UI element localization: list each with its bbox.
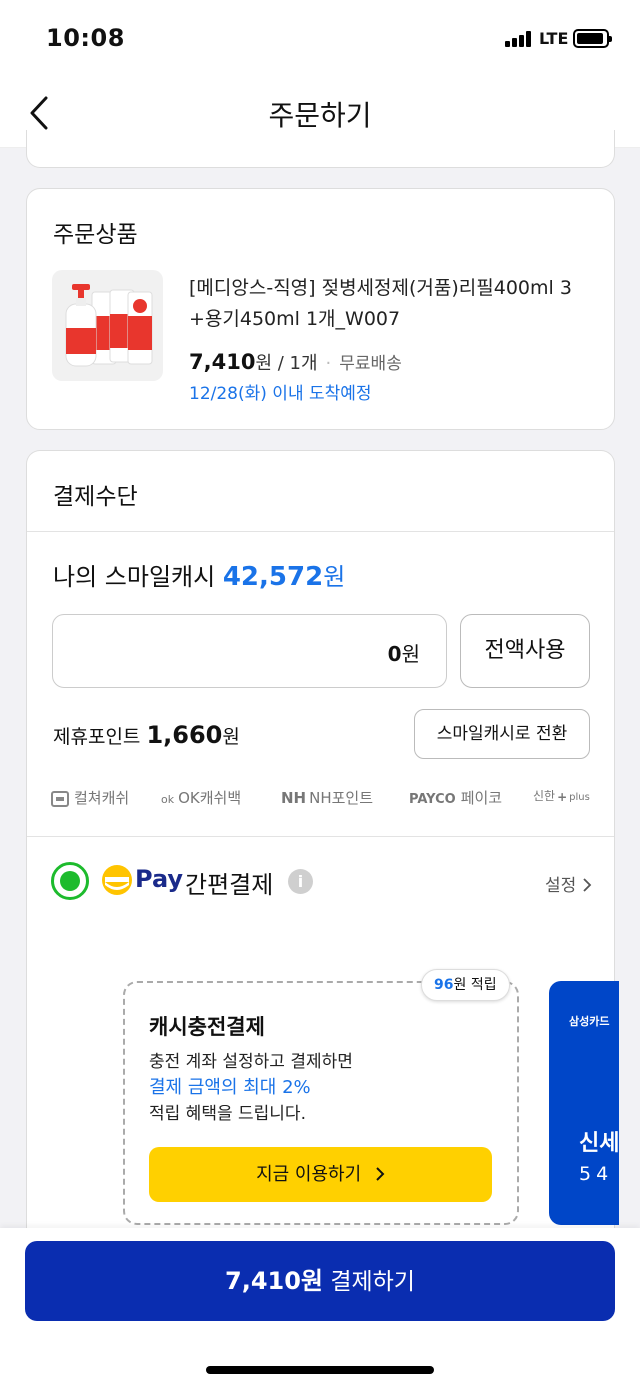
promo-text: 적립 혜택을 드립니다. — [149, 1104, 306, 1124]
partner-point-unit: 원 — [222, 726, 240, 748]
signal-icon — [505, 31, 535, 47]
pay-brand: Pay — [135, 865, 184, 893]
partner-payco[interactable]: PAYCO 페이코 — [409, 787, 502, 808]
partner-shinhan[interactable]: 신한 + plus — [533, 787, 590, 804]
use-all-button[interactable]: 전액사용 — [460, 614, 590, 688]
status-bar: 10:08 LTE — [0, 0, 640, 76]
section-title: 주문상품 — [53, 222, 138, 248]
divider — [27, 836, 614, 837]
smile-cash-line: 나의 스마일캐시 42,572원 — [53, 557, 345, 592]
page-title: 주문하기 — [268, 99, 372, 132]
price-unit: 원 — [255, 353, 272, 374]
partner-point-amount: 1,660 — [146, 721, 223, 749]
arrival-estimate: 12/28(화) 이내 도착예정 — [189, 384, 372, 404]
partner-logos: 컬쳐캐쉬 ok OK캐쉬백 NH NH포인트 PAYCO 페이코 신한 + plus — [51, 787, 596, 811]
settings-link[interactable]: 설정 — [545, 871, 592, 896]
status-time: 10:08 — [46, 24, 125, 52]
info-icon[interactable]: i — [288, 869, 313, 894]
pay-radio-button[interactable] — [51, 862, 89, 900]
product-image[interactable] — [52, 270, 163, 381]
shipping-info: 무료배송 — [339, 354, 402, 374]
payment-section: 결제수단 나의 스마일캐시 42,572원 0원 전액사용 제휴포인트 1,66… — [26, 450, 619, 1250]
product-price: 7,410 — [189, 350, 256, 374]
smile-cash-amount: 42,572 — [222, 562, 324, 592]
product-name[interactable]: [메디앙스-직영] 젖병세정제(거품)리필400ml 3 +용기450ml 1개… — [189, 273, 599, 335]
partner-point-line: 제휴포인트 1,660원 — [53, 721, 240, 749]
chevron-right-icon — [376, 1167, 385, 1181]
network-label: LTE — [539, 29, 569, 48]
convert-to-smile-cash-button[interactable]: 스마일캐시로 전환 — [414, 709, 590, 759]
smile-cash-unit: 원 — [323, 563, 346, 591]
use-now-button[interactable]: 지금 이용하기 — [149, 1147, 492, 1202]
plus-icon: + — [557, 789, 568, 804]
product-section: 주문상품 [메디앙스-직영] 젖병세정제(거품)리필400ml 3 +용기450… — [26, 188, 615, 430]
promo-title: 캐시충전결제 — [149, 1015, 265, 1039]
divider — [27, 531, 614, 532]
battery-icon — [573, 29, 612, 48]
previous-card — [26, 130, 615, 168]
samsung-card[interactable]: 삼성카드 신세 54 — [549, 981, 619, 1225]
partner-point-label: 제휴포인트 — [53, 726, 141, 748]
promo-highlight: 결제 금액의 최대 2% — [149, 1077, 311, 1098]
bottom-bar: 7,410원 결제하기 — [0, 1228, 640, 1386]
smile-cash-input-value: 0원 — [387, 642, 420, 666]
partner-nh[interactable]: NH NH포인트 — [281, 787, 373, 808]
home-indicator — [206, 1366, 434, 1374]
pay-button[interactable]: 7,410원 결제하기 — [25, 1241, 615, 1321]
smile-pay-logo-icon — [102, 865, 132, 895]
price-row: 7,410원 / 1개 · 무료배송 — [189, 349, 402, 375]
culture-cash-icon — [51, 790, 69, 807]
partner-okcashbag[interactable]: ok OK캐쉬백 — [161, 787, 241, 808]
card-issuer: 삼성카드 — [569, 1015, 610, 1028]
partner-culture[interactable]: 컬쳐캐쉬 — [51, 787, 129, 808]
reward-badge: 96원 적립 — [421, 969, 510, 1001]
card-title: 신세 — [579, 1131, 619, 1156]
chevron-right-icon — [583, 878, 591, 892]
pay-label: 간편결제 — [185, 871, 274, 899]
cash-charge-promo-card[interactable]: 96원 적립 캐시충전결제 충전 계좌 설정하고 결제하면 결제 금액의 최대 … — [123, 969, 519, 1225]
separator-dot: · — [325, 353, 332, 374]
smile-cash-label: 나의 스마일캐시 — [53, 563, 216, 591]
product-quantity: / 1개 — [277, 353, 318, 374]
card-number: 54 — [579, 1163, 614, 1185]
promo-text: 충전 계좌 설정하고 결제하면 — [149, 1052, 353, 1072]
smile-cash-input[interactable]: 0원 — [52, 614, 447, 688]
section-title: 결제수단 — [53, 484, 138, 510]
